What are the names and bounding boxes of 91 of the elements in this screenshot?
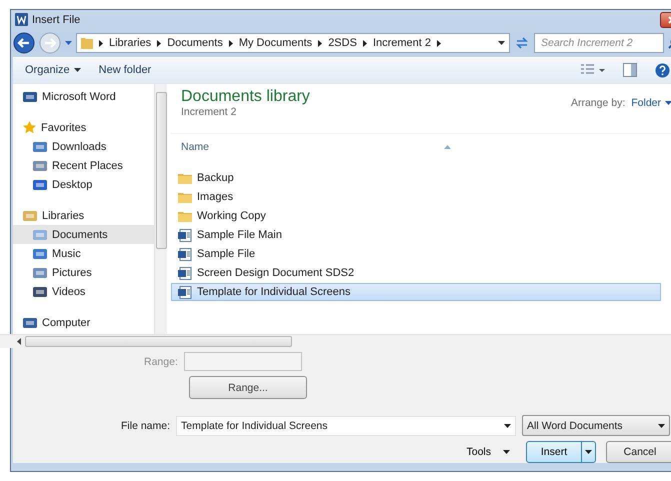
refresh-icon[interactable] xyxy=(514,35,530,52)
help-icon[interactable] xyxy=(655,62,670,78)
new-folder-button[interactable]: New folder xyxy=(98,64,152,76)
document-icon xyxy=(178,266,192,280)
dropdown-caret-icon xyxy=(498,41,505,46)
sidebar-item[interactable]: Downloads xyxy=(13,137,154,156)
chevron-icon xyxy=(318,40,322,47)
file-row[interactable]: Screen Design Document SDS2 xyxy=(171,264,661,282)
insert-button[interactable]: Insert xyxy=(527,442,582,462)
file-name-field[interactable]: Template for Individual Screens xyxy=(176,416,516,436)
sidebar-item[interactable]: Computer xyxy=(13,313,154,332)
sidebar-item[interactable]: Pictures xyxy=(13,263,154,282)
caret-icon xyxy=(665,101,671,106)
file-name: Sample File Main xyxy=(197,229,282,242)
scroll-left-icon xyxy=(17,338,21,346)
sidebar-item[interactable]: Documents xyxy=(13,225,154,244)
chevron-icon xyxy=(99,40,103,47)
caret-icon xyxy=(74,68,81,72)
library-title: Documents library xyxy=(181,87,310,106)
sidebar-label: Favorites xyxy=(41,122,86,134)
cancel-button[interactable]: Cancel xyxy=(606,441,671,463)
chevron-icon xyxy=(437,40,442,47)
breadcrumb-item[interactable]: 2SDS xyxy=(328,37,357,50)
sidebar-label: Documents xyxy=(52,228,108,241)
file-name: Working Copy xyxy=(197,210,266,222)
history-caret-icon xyxy=(65,41,72,46)
file-row[interactable]: Images xyxy=(171,188,661,206)
dropdown-caret-icon xyxy=(658,424,666,428)
file-type-dropdown[interactable]: All Word Documents xyxy=(522,415,670,436)
folder-icon xyxy=(178,210,192,222)
file-row[interactable]: Working Copy xyxy=(171,207,661,226)
back-icon[interactable] xyxy=(13,32,35,54)
file-name: Screen Design Document SDS2 xyxy=(197,267,354,280)
chevron-icon xyxy=(157,40,162,47)
sidebar-label: Music xyxy=(52,248,81,260)
document-icon xyxy=(178,248,192,261)
search-field[interactable]: Search Increment 2 xyxy=(534,33,664,54)
sidebar-item[interactable]: Libraries xyxy=(13,206,154,226)
document-icon xyxy=(178,228,192,242)
word-app-icon xyxy=(15,13,28,26)
sidebar-item[interactable]: Recent Places xyxy=(13,156,154,176)
sidebar-label: Downloads xyxy=(52,140,106,153)
file-name: Backup xyxy=(197,172,234,184)
sidebar-label: Pictures xyxy=(52,266,92,279)
caret-icon xyxy=(585,450,592,454)
document-icon xyxy=(178,286,192,299)
file-row[interactable]: Template for Individual Screens xyxy=(171,283,661,302)
folder-icon xyxy=(81,37,93,50)
sidebar-item[interactable]: Microsoft Word xyxy=(13,87,154,106)
breadcrumb-item[interactable]: Documents xyxy=(167,37,223,50)
sidebar-label: Desktop xyxy=(52,178,92,191)
chevron-icon xyxy=(362,40,367,47)
sort-icon xyxy=(444,145,451,150)
chevron-icon xyxy=(228,40,233,47)
organize-button[interactable]: Organize xyxy=(25,64,81,76)
file-row[interactable]: Sample File xyxy=(171,245,661,264)
breadcrumb-item[interactable]: Increment 2 xyxy=(372,37,432,50)
sidebar-label: Computer xyxy=(42,316,90,329)
sidebar-item[interactable]: Videos xyxy=(13,282,154,302)
sidebar-item[interactable]: Desktop xyxy=(13,175,154,194)
file-name: Template for Individual Screens xyxy=(197,286,350,298)
arrange-link[interactable]: Folder xyxy=(631,97,671,110)
library-subtitle: Increment 2 xyxy=(181,106,238,118)
breadcrumb-item[interactable]: Libraries xyxy=(109,37,152,50)
dropdown-caret-icon xyxy=(504,424,512,428)
sidebar-item[interactable]: Music xyxy=(13,244,154,264)
tools-button[interactable]: Tools xyxy=(466,446,510,458)
address-bar[interactable]: Libraries Documents My Documents 2SDS Increment 2 xyxy=(76,33,510,54)
file-row[interactable]: Backup xyxy=(171,169,661,188)
view-options-icon[interactable] xyxy=(581,64,605,76)
file-row[interactable]: Sample File Main xyxy=(171,226,661,244)
sidebar-label: Microsoft Word xyxy=(42,90,116,103)
sidebar-label: Recent Places xyxy=(52,160,123,172)
caret-icon xyxy=(503,450,510,454)
vertical-scrollbar[interactable] xyxy=(154,84,167,334)
folder-icon xyxy=(178,172,192,184)
column-header[interactable]: Name xyxy=(171,134,671,160)
breadcrumb-item[interactable]: My Documents xyxy=(238,37,312,50)
file-name-label: File name: xyxy=(121,420,170,432)
sidebar-item[interactable]: Favorites xyxy=(13,118,154,138)
sidebar-label: Videos xyxy=(52,286,86,298)
sidebar-label: Libraries xyxy=(42,210,84,222)
horizontal-scrollbar[interactable] xyxy=(0,334,671,348)
window-title: Insert File xyxy=(32,14,80,26)
range-label: Range: xyxy=(144,356,178,368)
folder-icon xyxy=(178,191,192,204)
file-name: Images xyxy=(197,191,234,204)
file-name: Sample File xyxy=(197,248,256,260)
star-icon xyxy=(23,121,36,134)
arrange-label: Arrange by: xyxy=(570,97,626,110)
preview-pane-icon[interactable] xyxy=(623,63,637,78)
